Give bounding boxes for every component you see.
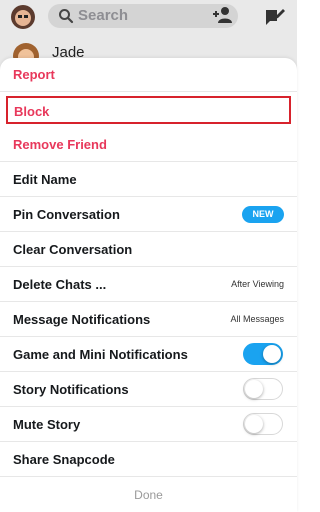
search-placeholder: Search xyxy=(78,7,129,24)
menu-item-label: Share Snapcode xyxy=(13,452,115,467)
menu-item-label: Game and Mini Notifications xyxy=(13,347,188,362)
add-friend-icon[interactable] xyxy=(212,6,234,24)
menu-item-remove-friend[interactable]: Remove Friend xyxy=(0,128,297,162)
done-button[interactable]: Done xyxy=(0,478,297,512)
menu-item-label: Remove Friend xyxy=(13,137,107,152)
menu-item-label: Mute Story xyxy=(13,417,81,432)
menu-item-label: Delete Chats ... xyxy=(13,277,107,292)
toggle-knob xyxy=(245,415,263,433)
search-icon xyxy=(58,8,74,24)
story-notifications-toggle[interactable] xyxy=(243,378,283,400)
menu-item-value: All Messages xyxy=(230,314,284,324)
menu-item-label: Clear Conversation xyxy=(13,242,133,257)
menu-item-block[interactable]: Block xyxy=(6,96,291,124)
menu-item-delete-chats[interactable]: Delete Chats ... After Viewing xyxy=(0,268,297,302)
menu-item-label: Message Notifications xyxy=(13,312,151,327)
game-notifications-toggle[interactable] xyxy=(243,343,283,365)
menu-item-edit-name[interactable]: Edit Name xyxy=(0,163,297,197)
friend-options-sheet: Report Block Remove Friend Edit Name Pin… xyxy=(0,58,297,512)
menu-item-label: Block xyxy=(14,104,50,119)
menu-item-pin-conversation[interactable]: Pin Conversation NEW xyxy=(0,198,297,232)
toggle-knob xyxy=(245,380,263,398)
menu-item-message-notifications[interactable]: Message Notifications All Messages xyxy=(0,303,297,337)
toggle-knob xyxy=(263,345,281,363)
menu-item-mute-story: Mute Story xyxy=(0,408,297,442)
search-bar[interactable]: Search xyxy=(48,4,238,28)
new-badge: NEW xyxy=(242,206,284,223)
bitmoji-avatar-icon[interactable] xyxy=(10,4,36,30)
top-bar: Search xyxy=(0,0,297,34)
menu-item-label: Edit Name xyxy=(13,172,77,187)
mute-story-toggle[interactable] xyxy=(243,413,283,435)
menu-item-share-snapcode[interactable]: Share Snapcode xyxy=(0,443,297,477)
menu-item-story-notifications: Story Notifications xyxy=(0,373,297,407)
menu-item-label: Story Notifications xyxy=(13,382,129,397)
menu-item-label: Pin Conversation xyxy=(13,207,120,222)
menu-item-value: After Viewing xyxy=(231,279,284,289)
menu-item-label: Report xyxy=(13,67,55,82)
new-chat-icon[interactable] xyxy=(264,6,286,26)
menu-item-game-mini-notifications: Game and Mini Notifications xyxy=(0,338,297,372)
menu-item-clear-conversation[interactable]: Clear Conversation xyxy=(0,233,297,267)
menu-item-report[interactable]: Report xyxy=(0,58,297,92)
